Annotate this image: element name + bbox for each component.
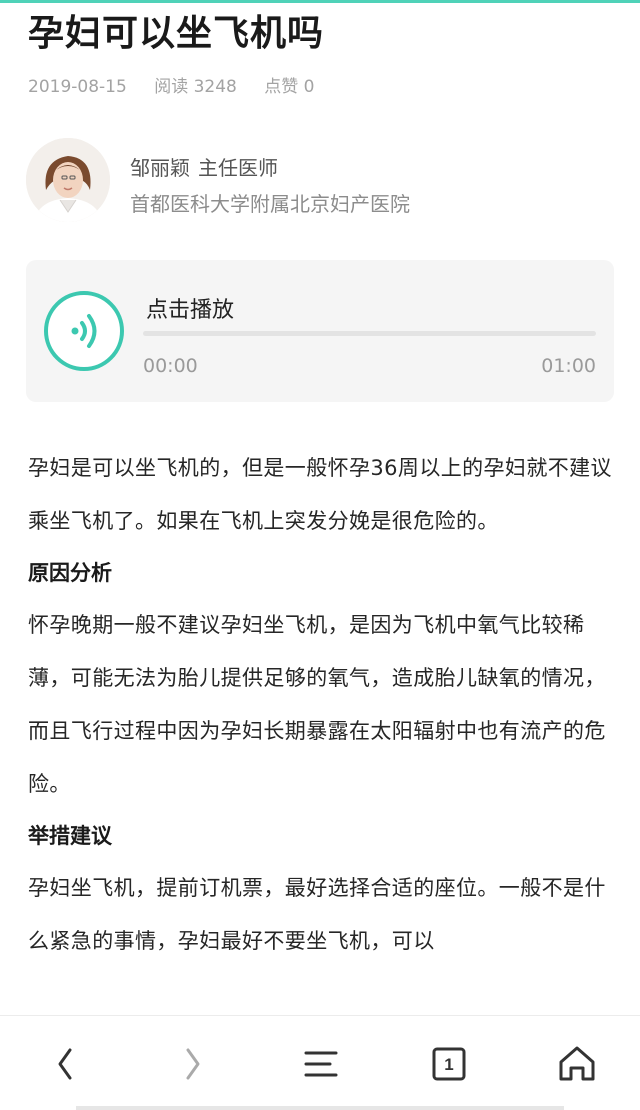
- publish-date: 2019-08-15: [28, 77, 127, 97]
- home-icon: [559, 1046, 595, 1081]
- author-hospital: 首都医科大学附属北京妇产医院: [130, 192, 410, 216]
- back-button[interactable]: [40, 1038, 90, 1088]
- audio-progress-bar[interactable]: [143, 331, 596, 336]
- top-accent-bar: [0, 0, 640, 3]
- article-meta: 2019-08-15 阅读 3248 点赞 0: [28, 72, 337, 97]
- play-button[interactable]: [44, 291, 124, 371]
- intro-paragraph: 孕妇是可以坐飞机的，但是一般怀孕36周以上的孕妇就不建议乘坐飞机了。如果在飞机上…: [28, 456, 612, 533]
- home-button[interactable]: [552, 1038, 602, 1088]
- menu-button[interactable]: [296, 1038, 346, 1088]
- tabs-icon: 1: [432, 1047, 466, 1081]
- author-card[interactable]: 邹丽颖 主任医师 首都医科大学附属北京妇产医院: [26, 138, 616, 224]
- browser-toolbar: 1: [0, 1015, 640, 1110]
- forward-button[interactable]: [168, 1038, 218, 1088]
- author-name: 邹丽颖: [130, 156, 190, 180]
- menu-icon: [304, 1051, 338, 1077]
- sound-wave-icon: [71, 314, 97, 348]
- gesture-bar: [76, 1106, 564, 1110]
- tabs-button[interactable]: 1: [424, 1038, 474, 1088]
- back-chevron-icon: [58, 1048, 72, 1080]
- forward-chevron-icon: [186, 1048, 200, 1080]
- audio-player: 点击播放 00:00 01:00: [26, 260, 614, 402]
- total-duration: 01:00: [541, 355, 596, 377]
- author-name-line: 邹丽颖 主任医师: [130, 152, 278, 181]
- like-count[interactable]: 点赞 0: [264, 77, 314, 97]
- section-heading-reason: 原因分析: [28, 561, 112, 585]
- advice-paragraph: 孕妇坐飞机，提前订机票，最好选择合适的座位。一般不是什么紧急的事情，孕妇最好不要…: [28, 876, 606, 953]
- article-body: 孕妇是可以坐飞机的，但是一般怀孕36周以上的孕妇就不建议乘坐飞机了。如果在飞机上…: [28, 442, 618, 968]
- article-title: 孕妇可以坐飞机吗: [28, 13, 325, 54]
- avatar[interactable]: [26, 138, 110, 222]
- section-heading-advice: 举措建议: [28, 824, 112, 848]
- read-count: 阅读 3248: [154, 77, 237, 97]
- author-role: 主任医师: [198, 156, 278, 180]
- tab-count: 1: [444, 1055, 453, 1074]
- audio-label[interactable]: 点击播放: [146, 292, 234, 324]
- reason-paragraph: 怀孕晚期一般不建议孕妇坐飞机，是因为飞机中氧气比较稀薄，可能无法为胎儿提供足够的…: [28, 613, 606, 796]
- article-page: 孕妇可以坐飞机吗 2019-08-15 阅读 3248 点赞 0 邹丽颖 主任医师…: [0, 0, 640, 1015]
- current-time: 00:00: [143, 355, 198, 377]
